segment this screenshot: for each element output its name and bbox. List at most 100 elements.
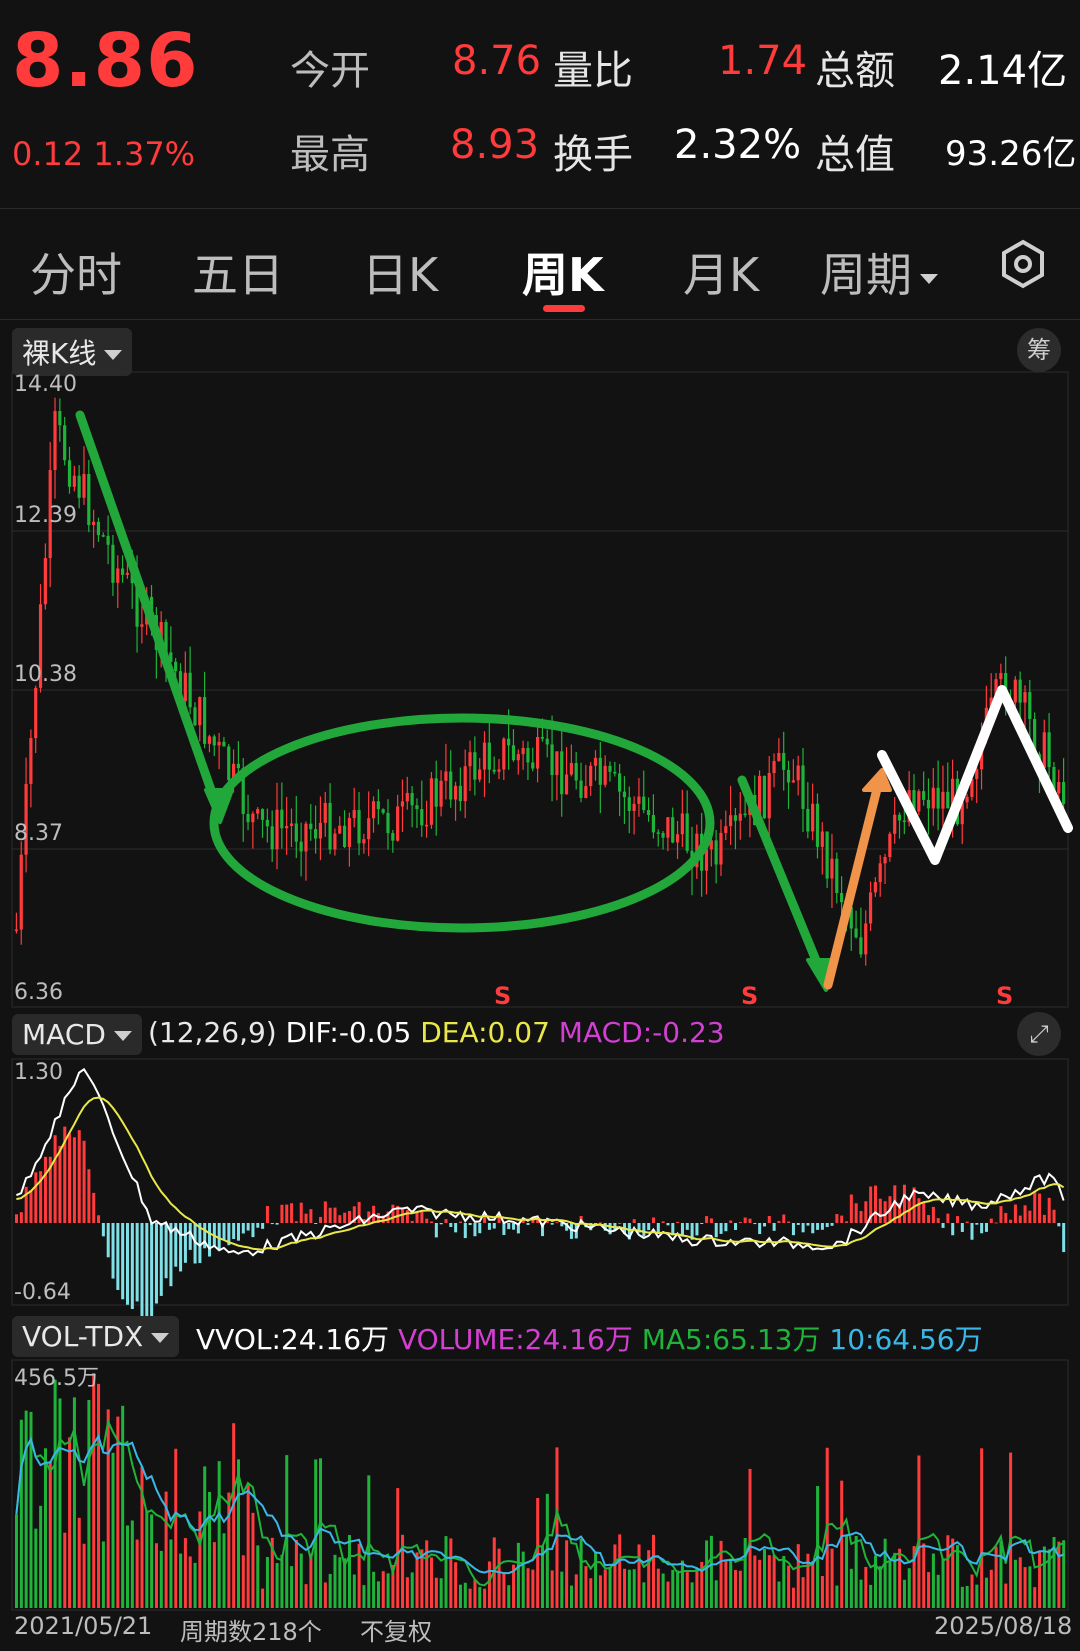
price-axis-label: 8.37 bbox=[14, 821, 63, 846]
volume-bar bbox=[521, 1551, 525, 1608]
macd-bar bbox=[53, 1135, 57, 1223]
volume-bar bbox=[454, 1562, 458, 1608]
volume-indicator-dropdown[interactable]: VOL-TDX bbox=[12, 1316, 180, 1357]
candle-body bbox=[902, 820, 906, 823]
volume-bar bbox=[951, 1538, 955, 1608]
candle-body bbox=[738, 813, 742, 821]
chart-canvas bbox=[11, 371, 1073, 1611]
volume-bar bbox=[425, 1540, 429, 1608]
volume-bar bbox=[473, 1579, 477, 1608]
volume-bar bbox=[193, 1562, 197, 1608]
macd-bar bbox=[1004, 1212, 1008, 1223]
expand-icon[interactable]: ⤢ bbox=[1017, 1012, 1061, 1056]
macd-bar bbox=[261, 1223, 265, 1229]
candle-body bbox=[106, 535, 110, 545]
candle-body bbox=[883, 856, 887, 864]
macd-bar bbox=[34, 1172, 38, 1223]
volume-bar bbox=[338, 1557, 342, 1608]
macd-indicator-dropdown[interactable]: MACD bbox=[12, 1014, 142, 1055]
macd-bar bbox=[999, 1206, 1003, 1223]
macd-bar bbox=[391, 1204, 395, 1223]
volume-bar bbox=[285, 1455, 289, 1608]
candle-body bbox=[782, 752, 786, 770]
candle-body bbox=[497, 769, 501, 772]
macd-axis-top: 1.30 bbox=[14, 1060, 63, 1085]
candle-body bbox=[526, 747, 530, 763]
candle-body bbox=[53, 411, 57, 471]
candle-body bbox=[487, 742, 491, 770]
macd-bar bbox=[714, 1223, 718, 1238]
macd-bar bbox=[762, 1223, 767, 1227]
volume-bar bbox=[830, 1548, 834, 1608]
candle-body bbox=[864, 923, 868, 955]
volume-bar bbox=[555, 1447, 559, 1608]
volume-bar bbox=[642, 1582, 646, 1608]
candle-body bbox=[545, 738, 549, 745]
volume-bar bbox=[907, 1568, 911, 1608]
macd-bar bbox=[246, 1223, 250, 1231]
candle-body bbox=[371, 801, 376, 819]
volume-bar bbox=[154, 1543, 158, 1608]
macd-bar bbox=[473, 1223, 477, 1237]
macd-bar bbox=[984, 1223, 988, 1232]
macd-bar bbox=[150, 1223, 154, 1327]
candle-body bbox=[825, 831, 829, 879]
candle-body bbox=[936, 787, 940, 809]
macd-bar bbox=[29, 1190, 33, 1223]
volume-bar bbox=[430, 1557, 434, 1608]
candle-body bbox=[555, 751, 559, 776]
volume-bar bbox=[502, 1572, 506, 1608]
candle-body bbox=[227, 746, 231, 781]
macd-bar bbox=[825, 1223, 829, 1228]
candle-body bbox=[183, 672, 187, 702]
volume-bar bbox=[1013, 1559, 1017, 1608]
volume-bar bbox=[936, 1574, 940, 1608]
candle-body bbox=[840, 893, 844, 903]
candle-body bbox=[579, 780, 583, 798]
volume-bar bbox=[714, 1580, 718, 1608]
macd-bar bbox=[873, 1185, 877, 1223]
volume-bar bbox=[241, 1555, 245, 1608]
candle-body bbox=[835, 858, 839, 894]
volume-bar bbox=[405, 1577, 409, 1608]
candle-body bbox=[521, 747, 525, 755]
candle-body bbox=[820, 831, 824, 847]
macd-bar bbox=[92, 1192, 96, 1223]
volume-bar bbox=[208, 1491, 212, 1608]
sell-signal-marker: S bbox=[996, 982, 1014, 1010]
volume-bar bbox=[203, 1466, 207, 1608]
volume-bar bbox=[864, 1566, 868, 1608]
macd-bar bbox=[314, 1223, 318, 1224]
macd-bar bbox=[801, 1223, 805, 1233]
candle-body bbox=[251, 813, 255, 823]
volume-bar bbox=[623, 1568, 627, 1608]
volume-bar bbox=[458, 1584, 462, 1608]
candle-body bbox=[801, 765, 805, 809]
candle-body bbox=[43, 558, 47, 605]
candle-body bbox=[661, 833, 665, 838]
volume-bar bbox=[1062, 1540, 1066, 1608]
candle-body bbox=[1013, 679, 1017, 703]
volume-bar bbox=[468, 1588, 472, 1608]
volume-bar bbox=[290, 1566, 294, 1608]
candle-body bbox=[791, 780, 795, 783]
volume-bar bbox=[39, 1505, 43, 1608]
candle-body bbox=[198, 697, 202, 726]
candle-body bbox=[92, 521, 96, 526]
candle-body bbox=[613, 771, 617, 774]
candle-body bbox=[671, 817, 675, 843]
candle-body bbox=[212, 736, 216, 746]
macd-bar bbox=[357, 1201, 361, 1223]
volume-bar bbox=[116, 1416, 120, 1608]
macd-bar bbox=[43, 1156, 47, 1223]
candle-body bbox=[82, 473, 86, 498]
candle-body bbox=[77, 475, 81, 498]
candle-body bbox=[280, 809, 284, 829]
volume-bars bbox=[15, 1373, 1066, 1608]
volume-bar bbox=[743, 1538, 747, 1608]
macd-bar bbox=[719, 1223, 723, 1234]
volume-bar bbox=[34, 1528, 38, 1608]
macd-bar bbox=[975, 1223, 979, 1225]
macd-bar bbox=[753, 1223, 757, 1225]
period-count: 周期数218个 bbox=[180, 1618, 322, 1646]
